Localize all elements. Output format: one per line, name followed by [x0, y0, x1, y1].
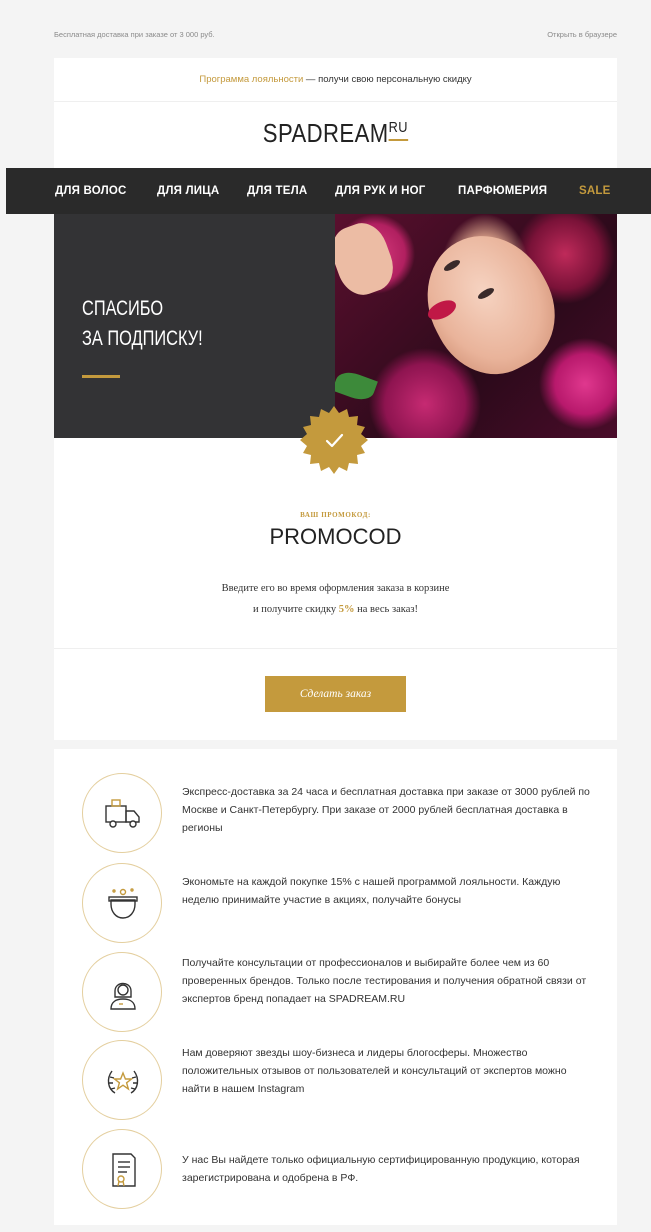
- delivery-truck-icon: [82, 773, 162, 853]
- loyalty-banner: Программа лояльности — получи свою персо…: [54, 58, 617, 102]
- laurel-star-icon: [82, 1040, 162, 1120]
- promo-label: ВАШ ПРОМОКОД:: [300, 511, 371, 519]
- hero-photo: [335, 214, 617, 438]
- benefit-text: Экспресс-доставка за 24 часа и бесплатна…: [182, 786, 590, 834]
- open-in-browser-link[interactable]: Открыть в браузере: [547, 30, 617, 39]
- discount-value: 5%: [338, 604, 355, 615]
- nav-item-body[interactable]: ДЛЯ ТЕЛА: [247, 168, 307, 214]
- brand-logo[interactable]: SPADREAMRU: [263, 118, 408, 149]
- checkmark-badge-icon: [299, 405, 369, 475]
- benefit-text: Получайте консультации от профессионалов…: [182, 957, 587, 1005]
- place-order-button[interactable]: Сделать заказ: [265, 676, 406, 712]
- divider: [54, 648, 617, 649]
- brand-suffix: RU: [388, 119, 409, 137]
- loyalty-program-link[interactable]: Программа лояльности: [199, 74, 303, 85]
- nav-item-perfume[interactable]: ПАРФЮМЕРИЯ: [458, 168, 547, 214]
- benefit-text: Экономьте на каждой покупке 15% с нашей …: [182, 876, 561, 906]
- hero-title-line2: ЗА ПОДПИСКУ!: [82, 327, 203, 350]
- promo-code: PROMOCOD: [269, 524, 402, 549]
- promo-instructions-line1: Введите его во время оформления заказа в…: [221, 583, 450, 594]
- promo-instructions-line2: и получите скидку 5% на весь заказ!: [54, 599, 617, 620]
- promo-text-before: и получите скидку: [252, 604, 339, 615]
- nav-item-hands-feet[interactable]: ДЛЯ РУК И НОГ: [335, 168, 425, 214]
- piggy-bank-icon: [82, 863, 162, 943]
- promo-instructions: Введите его во время оформления заказа в…: [54, 578, 617, 620]
- logo-header: SPADREAMRU: [54, 102, 617, 168]
- certificate-icon: [82, 1129, 162, 1209]
- hero-photo-hand: [335, 216, 401, 302]
- promo-text-after: на весь заказ!: [354, 604, 419, 615]
- nav-item-face[interactable]: ДЛЯ ЛИЦА: [157, 168, 219, 214]
- consultant-icon: [82, 952, 162, 1032]
- promo-section: ВАШ ПРОМОКОД: PROMOCOD Введите его во вр…: [54, 406, 617, 740]
- preheader: Бесплатная доставка при заказе от 3 000 …: [54, 30, 617, 44]
- loyalty-banner-text: — получи свою персональную скидку: [303, 74, 472, 85]
- category-nav: ДЛЯ ВОЛОС ДЛЯ ЛИЦА ДЛЯ ТЕЛА ДЛЯ РУК И НО…: [6, 168, 651, 214]
- brand-name: SPADREAM: [262, 118, 389, 148]
- hero-title: СПАСИБО ЗА ПОДПИСКУ!: [82, 294, 203, 354]
- benefit-text: Нам доверяют звезды шоу-бизнеса и лидеры…: [182, 1047, 567, 1095]
- benefits-section: Экспресс-доставка за 24 часа и бесплатна…: [54, 749, 617, 1225]
- hero-accent-bar: [82, 375, 120, 378]
- nav-item-sale[interactable]: SALE: [579, 168, 610, 214]
- benefit-text: У нас Вы найдете только официальную серт…: [182, 1154, 580, 1184]
- hero-photo-leaf: [335, 367, 378, 405]
- hero-title-line1: СПАСИБО: [82, 297, 164, 320]
- hero-photo-face: [404, 214, 576, 394]
- nav-item-hair[interactable]: ДЛЯ ВОЛОС: [55, 168, 127, 214]
- free-delivery-notice: Бесплатная доставка при заказе от 3 000 …: [54, 30, 215, 39]
